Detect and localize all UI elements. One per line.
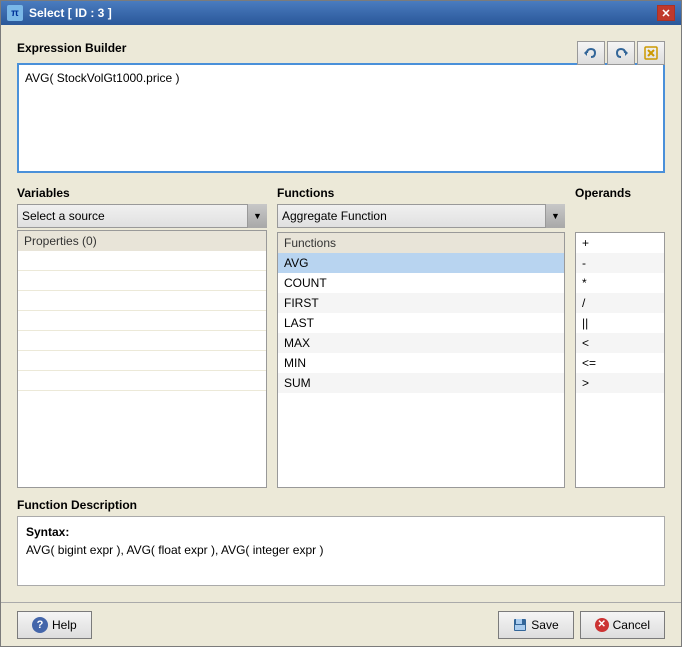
- function-item-first[interactable]: FIRST: [278, 293, 564, 313]
- operand-greater[interactable]: >: [576, 373, 664, 393]
- expression-toolbar: [577, 41, 665, 65]
- variables-source-select[interactable]: Select a source: [17, 204, 267, 228]
- operand-concat[interactable]: ||: [576, 313, 664, 333]
- operand-lte[interactable]: <=: [576, 353, 664, 373]
- function-desc-label: Function Description: [17, 498, 665, 512]
- title-bar: π Select [ ID : 3 ] ✕: [1, 1, 681, 25]
- var-empty-6: [18, 351, 266, 371]
- function-desc-box: Syntax: AVG( bigint expr ), AVG( float e…: [17, 516, 665, 586]
- operand-divide[interactable]: /: [576, 293, 664, 313]
- save-icon: [513, 618, 527, 632]
- variables-list-header: Properties (0): [18, 231, 266, 251]
- title-bar-left: π Select [ ID : 3 ]: [7, 5, 112, 21]
- functions-label: Functions: [277, 186, 565, 200]
- window-title: Select [ ID : 3 ]: [29, 6, 112, 20]
- window-icon: π: [7, 5, 23, 21]
- operand-plus[interactable]: +: [576, 233, 664, 253]
- main-content: Expression Builder AVG( StockVolGt1000.p…: [1, 25, 681, 602]
- redo-button[interactable]: [607, 41, 635, 65]
- var-empty-1: [18, 251, 266, 271]
- functions-list-header: Functions: [278, 233, 564, 253]
- panels: Variables Select a source ▼ Properties (…: [17, 186, 665, 488]
- function-item-sum[interactable]: SUM: [278, 373, 564, 393]
- main-window: π Select [ ID : 3 ] ✕ Expression Builder: [0, 0, 682, 647]
- functions-dropdown-wrapper[interactable]: Aggregate Function String Function Math …: [277, 204, 565, 228]
- variables-dropdown-wrapper[interactable]: Select a source ▼: [17, 204, 267, 228]
- expression-builder-area: Expression Builder AVG( StockVolGt1000.p…: [17, 41, 665, 176]
- help-label: Help: [52, 618, 77, 632]
- operand-less[interactable]: <: [576, 333, 664, 353]
- help-button[interactable]: ? Help: [17, 611, 92, 639]
- expression-builder-label: Expression Builder: [17, 41, 126, 55]
- operand-minus[interactable]: -: [576, 253, 664, 273]
- function-item-min[interactable]: MIN: [278, 353, 564, 373]
- clear-button[interactable]: [637, 41, 665, 65]
- var-empty-3: [18, 291, 266, 311]
- syntax-value: AVG( bigint expr ), AVG( float expr ), A…: [26, 543, 656, 557]
- expression-header: Expression Builder: [17, 41, 665, 59]
- var-empty-7: [18, 371, 266, 391]
- cancel-icon: ✕: [595, 618, 609, 632]
- save-label: Save: [531, 618, 558, 632]
- functions-panel: Functions Aggregate Function String Func…: [277, 186, 565, 488]
- footer-right: Save ✕ Cancel: [498, 611, 665, 639]
- variables-label: Variables: [17, 186, 267, 200]
- function-item-count[interactable]: COUNT: [278, 273, 564, 293]
- syntax-label: Syntax:: [26, 525, 656, 539]
- expression-input[interactable]: AVG( StockVolGt1000.price ): [17, 63, 665, 173]
- cancel-label: Cancel: [613, 618, 650, 632]
- function-item-avg[interactable]: AVG: [278, 253, 564, 273]
- operands-list[interactable]: + - * / || < <= >: [575, 232, 665, 488]
- cancel-button[interactable]: ✕ Cancel: [580, 611, 665, 639]
- functions-list[interactable]: Functions AVG COUNT FIRST LAST MAX MIN S…: [277, 232, 565, 488]
- functions-type-select[interactable]: Aggregate Function String Function Math …: [277, 204, 565, 228]
- function-item-max[interactable]: MAX: [278, 333, 564, 353]
- var-empty-2: [18, 271, 266, 291]
- save-button[interactable]: Save: [498, 611, 573, 639]
- footer: ? Help Save ✕ Cancel: [1, 602, 681, 646]
- help-icon: ?: [32, 617, 48, 633]
- variables-panel: Variables Select a source ▼ Properties (…: [17, 186, 267, 488]
- variables-list[interactable]: Properties (0): [17, 230, 267, 488]
- function-description-section: Function Description Syntax: AVG( bigint…: [17, 498, 665, 586]
- operand-multiply[interactable]: *: [576, 273, 664, 293]
- operands-label: Operands: [575, 186, 665, 200]
- close-button[interactable]: ✕: [657, 5, 675, 21]
- operands-panel: Operands + - * / || < <= >: [575, 186, 665, 488]
- var-empty-4: [18, 311, 266, 331]
- undo-button[interactable]: [577, 41, 605, 65]
- function-item-last[interactable]: LAST: [278, 313, 564, 333]
- var-empty-5: [18, 331, 266, 351]
